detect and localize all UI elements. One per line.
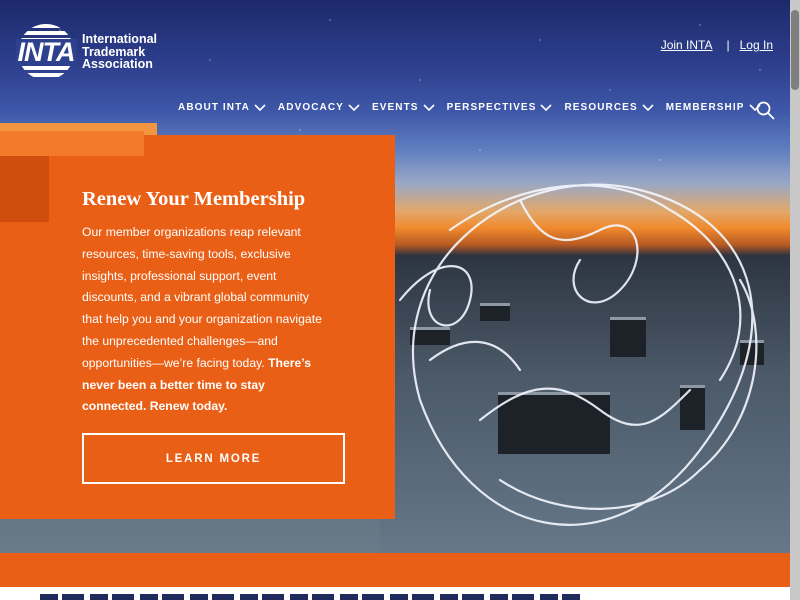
rooftop-unit xyxy=(610,317,646,357)
promo-body: Our member organizations reap relevant r… xyxy=(82,222,332,418)
nav-item-events[interactable]: EVENTS xyxy=(372,102,435,113)
nav-item-label: ADVOCACY xyxy=(277,102,344,113)
nav-item-label: PERSPECTIVES xyxy=(446,102,537,113)
main-nav: ABOUT INTA ADVOCACY EVENTS PERSPECTIVES … xyxy=(178,102,773,113)
nav-item-about[interactable]: ABOUT INTA xyxy=(178,102,266,113)
nav-item-resources[interactable]: RESOURCES xyxy=(564,102,654,113)
chevron-down-icon xyxy=(348,103,360,111)
chevron-down-icon xyxy=(642,103,654,111)
learn-more-button[interactable]: LEARN MORE xyxy=(82,433,345,484)
nav-item-label: EVENTS xyxy=(371,102,419,113)
promo-title: Renew Your Membership xyxy=(82,188,306,210)
chevron-down-icon xyxy=(423,103,435,111)
scrollbar-thumb[interactable] xyxy=(791,10,799,90)
inta-logo[interactable]: INTA International Trademark Association xyxy=(15,24,172,80)
search-icon[interactable] xyxy=(756,101,775,120)
rooftop-unit xyxy=(480,303,510,321)
rooftop-unit xyxy=(498,392,610,454)
login-link[interactable]: Log In xyxy=(740,38,773,52)
nav-item-label: RESOURCES xyxy=(564,102,638,113)
nav-item-label: ABOUT INTA xyxy=(178,102,250,113)
link-separator: | xyxy=(726,38,730,52)
cropped-text xyxy=(40,594,580,600)
nav-item-label: MEMBERSHIP xyxy=(665,102,745,113)
page-scrollbar[interactable] xyxy=(790,0,800,600)
chevron-down-icon xyxy=(540,103,553,111)
rooftop-unit xyxy=(740,340,764,365)
chevron-down-icon xyxy=(254,103,266,111)
rooftop-unit xyxy=(410,327,450,345)
join-link[interactable]: Join INTA xyxy=(661,38,713,52)
bottom-band xyxy=(0,553,800,587)
nav-item-perspectives[interactable]: PERSPECTIVES xyxy=(447,102,553,113)
org-name: International Trademark Association xyxy=(82,32,158,72)
next-section-edge xyxy=(0,587,800,600)
accent-block xyxy=(0,156,49,222)
top-links: Join INTA | Log In xyxy=(661,38,773,52)
rooftop-image xyxy=(380,255,800,556)
logo-mark-text: INTA xyxy=(15,37,77,67)
globe-logo-icon: INTA xyxy=(15,24,77,80)
promo-body-text: Our member organizations reap relevant r… xyxy=(82,225,322,370)
accent-strip xyxy=(0,131,144,156)
nav-item-membership[interactable]: MEMBERSHIP xyxy=(666,102,761,113)
rooftop-unit xyxy=(680,385,705,430)
nav-item-advocacy[interactable]: ADVOCACY xyxy=(278,102,360,113)
